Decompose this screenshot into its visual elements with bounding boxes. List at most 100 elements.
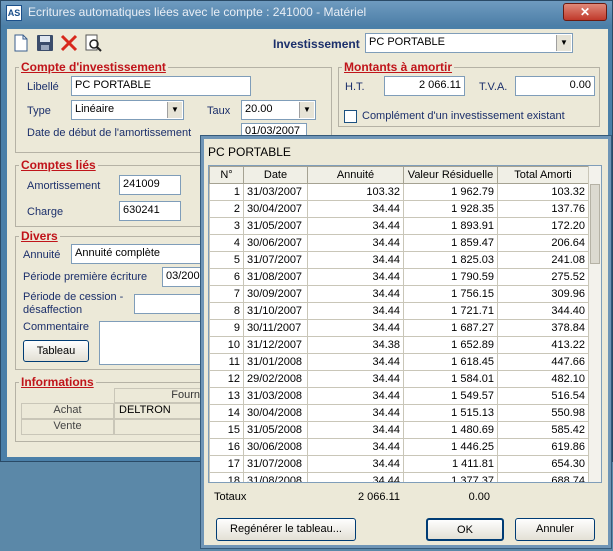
cell-total-amorti: 275.52 bbox=[497, 268, 589, 286]
col-header-annuite[interactable]: Annuité bbox=[307, 166, 404, 184]
type-value: Linéaire bbox=[75, 103, 115, 115]
col-header-valeur-residuelle[interactable]: Valeur Résiduelle bbox=[403, 166, 498, 184]
table-row[interactable]: 11 31/01/2008 34.44 1 618.45 447.66 bbox=[209, 353, 589, 371]
cell-valeur-residuelle: 1 893.91 bbox=[403, 217, 498, 235]
delete-icon[interactable] bbox=[59, 33, 79, 53]
cell-valeur-residuelle: 1 618.45 bbox=[403, 353, 498, 371]
table-row[interactable]: 6 31/08/2007 34.44 1 790.59 275.52 bbox=[209, 268, 589, 286]
cell-date: 29/02/2008 bbox=[243, 370, 308, 388]
tva-input[interactable]: 0.00 bbox=[515, 76, 595, 96]
cell-annuite: 34.44 bbox=[307, 353, 404, 371]
achat-row-label: Achat bbox=[21, 403, 114, 419]
cell-numero: 18 bbox=[209, 472, 244, 482]
cell-numero: 5 bbox=[209, 251, 244, 269]
complement-label: Complément d'un investissement existant bbox=[362, 110, 565, 122]
cell-annuite: 103.32 bbox=[307, 183, 404, 201]
amortissement-input[interactable]: 241009 bbox=[119, 175, 181, 195]
amortization-dialog: PC PORTABLE N° Date Annuité Valeur Résid… bbox=[200, 135, 612, 549]
table-row[interactable]: 1 31/03/2007 103.32 1 962.79 103.32 bbox=[209, 183, 589, 201]
cell-valeur-residuelle: 1 549.57 bbox=[403, 387, 498, 405]
cell-total-amorti: 172.20 bbox=[497, 217, 589, 235]
table-row[interactable]: 14 30/04/2008 34.44 1 515.13 550.98 bbox=[209, 404, 589, 422]
new-document-icon[interactable] bbox=[11, 33, 31, 53]
col-header-total-amorti[interactable]: Total Amorti bbox=[497, 166, 589, 184]
cell-annuite: 34.44 bbox=[307, 421, 404, 439]
cell-numero: 15 bbox=[209, 421, 244, 439]
table-row[interactable]: 12 29/02/2008 34.44 1 584.01 482.10 bbox=[209, 370, 589, 388]
table-row[interactable]: 7 30/09/2007 34.44 1 756.15 309.96 bbox=[209, 285, 589, 303]
scrollbar-thumb[interactable] bbox=[590, 184, 600, 264]
table-row[interactable]: 18 31/08/2008 34.44 1 377.37 688.74 bbox=[209, 472, 589, 482]
cell-valeur-residuelle: 1 756.15 bbox=[403, 285, 498, 303]
table-row[interactable]: 8 31/10/2007 34.44 1 721.71 344.40 bbox=[209, 302, 589, 320]
date-debut-label: Date de début de l'amortissement bbox=[27, 127, 192, 139]
table-scrollbar[interactable] bbox=[588, 166, 601, 482]
cell-valeur-residuelle: 1 721.71 bbox=[403, 302, 498, 320]
cell-valeur-residuelle: 1 687.27 bbox=[403, 319, 498, 337]
dialog-title: PC PORTABLE bbox=[208, 145, 291, 159]
annuler-button[interactable]: Annuler bbox=[515, 518, 595, 541]
cell-numero: 6 bbox=[209, 268, 244, 286]
title-bar: AS Ecritures automatiques liées avec le … bbox=[1, 1, 612, 25]
type-select[interactable]: Linéaire ▼ bbox=[71, 100, 184, 120]
table-row[interactable]: 5 31/07/2007 34.44 1 825.03 241.08 bbox=[209, 251, 589, 269]
periode-premiere-input[interactable]: 03/2007 bbox=[162, 267, 203, 287]
regenerer-button[interactable]: Regénérer le tableau... bbox=[216, 518, 356, 541]
ht-label: H.T. bbox=[345, 81, 365, 93]
ok-button[interactable]: OK bbox=[426, 518, 504, 541]
cell-annuite: 34.44 bbox=[307, 387, 404, 405]
cell-numero: 16 bbox=[209, 438, 244, 456]
periode-cession-label: Période de cession - désaffection bbox=[23, 291, 124, 316]
table-row[interactable]: 16 30/06/2008 34.44 1 446.25 619.86 bbox=[209, 438, 589, 456]
amortization-table-container: N° Date Annuité Valeur Résiduelle Total … bbox=[208, 165, 602, 483]
cell-total-amorti: 654.30 bbox=[497, 455, 589, 473]
cell-annuite: 34.44 bbox=[307, 251, 404, 269]
col-header-numero[interactable]: N° bbox=[209, 166, 244, 184]
table-row[interactable]: 17 31/07/2008 34.44 1 411.81 654.30 bbox=[209, 455, 589, 473]
table-row[interactable]: 4 30/06/2007 34.44 1 859.47 206.64 bbox=[209, 234, 589, 252]
cell-numero: 4 bbox=[209, 234, 244, 252]
annuite-select[interactable]: Annuité complète bbox=[71, 244, 203, 264]
cell-date: 30/04/2008 bbox=[243, 404, 308, 422]
cell-total-amorti: 619.86 bbox=[497, 438, 589, 456]
table-row[interactable]: 13 31/03/2008 34.44 1 549.57 516.54 bbox=[209, 387, 589, 405]
commentaire-input[interactable] bbox=[99, 321, 203, 365]
table-row[interactable]: 10 31/12/2007 34.38 1 652.89 413.22 bbox=[209, 336, 589, 354]
complement-checkbox[interactable] bbox=[344, 110, 357, 123]
vente-row-label: Vente bbox=[21, 419, 114, 435]
libelle-input[interactable]: PC PORTABLE bbox=[71, 76, 251, 96]
charge-label: Charge bbox=[27, 206, 64, 218]
dialog-client: PC PORTABLE N° Date Annuité Valeur Résid… bbox=[204, 139, 608, 545]
table-row[interactable]: 2 30/04/2007 34.44 1 928.35 137.76 bbox=[209, 200, 589, 218]
charge-input[interactable]: 630241 bbox=[119, 201, 181, 221]
table-row[interactable]: 9 30/11/2007 34.44 1 687.27 378.84 bbox=[209, 319, 589, 337]
cell-date: 31/01/2008 bbox=[243, 353, 308, 371]
cell-annuite: 34.44 bbox=[307, 234, 404, 252]
cell-total-amorti: 585.42 bbox=[497, 421, 589, 439]
col-header-date[interactable]: Date bbox=[243, 166, 308, 184]
cell-date: 31/03/2007 bbox=[243, 183, 308, 201]
preview-icon[interactable] bbox=[83, 33, 103, 53]
totaux-annuite: 2 066.11 bbox=[357, 491, 400, 503]
cell-numero: 12 bbox=[209, 370, 244, 388]
close-button[interactable]: ✕ bbox=[563, 3, 607, 21]
cell-date: 31/08/2007 bbox=[243, 268, 308, 286]
cell-annuite: 34.44 bbox=[307, 438, 404, 456]
periode-cession-input[interactable] bbox=[134, 294, 203, 314]
table-row[interactable]: 15 31/05/2008 34.44 1 480.69 585.42 bbox=[209, 421, 589, 439]
cell-annuite: 34.44 bbox=[307, 200, 404, 218]
cell-numero: 13 bbox=[209, 387, 244, 405]
investissement-select[interactable]: PC PORTABLE ▼ bbox=[365, 33, 573, 53]
totaux-label: Totaux bbox=[214, 491, 247, 503]
ht-input[interactable]: 2 066.11 bbox=[384, 76, 465, 96]
comptes-lies-title: Comptes liés bbox=[19, 158, 98, 172]
achat-fournisseur-cell: DELTRON bbox=[114, 403, 203, 419]
taux-select[interactable]: 20.00 ▼ bbox=[241, 100, 316, 120]
type-label: Type bbox=[27, 105, 51, 117]
tableau-button[interactable]: Tableau bbox=[23, 340, 89, 362]
cell-numero: 1 bbox=[209, 183, 244, 201]
cell-annuite: 34.44 bbox=[307, 472, 404, 482]
cell-valeur-residuelle: 1 480.69 bbox=[403, 421, 498, 439]
save-icon[interactable] bbox=[35, 33, 55, 53]
table-row[interactable]: 3 31/05/2007 34.44 1 893.91 172.20 bbox=[209, 217, 589, 235]
